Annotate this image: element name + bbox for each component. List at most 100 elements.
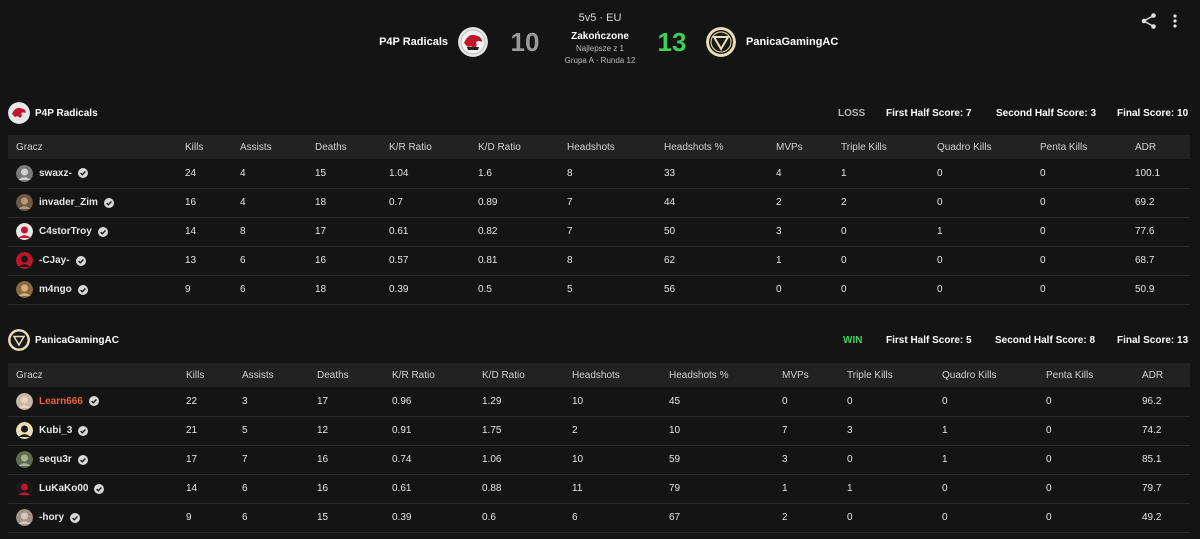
column-header[interactable]: ADR	[1127, 135, 1190, 159]
player-avatar[interactable]	[16, 451, 33, 468]
table-row[interactable]: sequ3r 17 7 16 0.74 1.06 10 59 3 0 1 0 85.1	[8, 445, 1190, 475]
more-vertical-icon[interactable]	[1168, 12, 1182, 30]
column-header[interactable]: Headshots %	[661, 363, 774, 387]
column-header[interactable]: Gracz	[8, 363, 178, 387]
team-logo[interactable]	[8, 102, 30, 124]
column-header[interactable]: Triple Kills	[833, 135, 929, 159]
stat-cell: 15	[309, 503, 384, 533]
player-cell[interactable]: Learn666	[8, 387, 178, 417]
player-avatar[interactable]	[16, 281, 33, 298]
player-avatar[interactable]	[16, 392, 33, 410]
player-cell[interactable]: invader_Zim	[8, 188, 177, 218]
column-header[interactable]: Headshots	[559, 135, 656, 159]
column-header[interactable]: Headshots %	[656, 135, 768, 159]
player-cell[interactable]: m4ngo	[8, 275, 177, 305]
column-header[interactable]: ADR	[1134, 363, 1190, 387]
player-cell[interactable]: sequ3r	[8, 445, 178, 475]
column-header[interactable]: Deaths	[309, 363, 384, 387]
stat-cell: 3	[839, 416, 934, 446]
column-header[interactable]: Deaths	[307, 135, 381, 159]
player-name[interactable]: sequ3r	[39, 454, 72, 465]
column-header[interactable]: Assists	[232, 135, 307, 159]
table-row[interactable]: LuKaKo00 14 6 16 0.61 0.88 11 79 1 1 0 0 79.7	[8, 474, 1190, 504]
stat-cell: 0	[929, 246, 1032, 276]
team-name[interactable]: P4P Radicals	[35, 108, 98, 119]
stat-cell: 50	[656, 217, 768, 247]
column-header[interactable]: MVPs	[768, 135, 833, 159]
stat-cell: 2	[564, 416, 661, 446]
player-name[interactable]: invader_Zim	[39, 197, 98, 208]
column-header[interactable]: Quadro Kills	[929, 135, 1032, 159]
column-header[interactable]: Assists	[234, 363, 309, 387]
player-cell[interactable]: swaxz-	[8, 159, 177, 189]
player-avatar[interactable]	[16, 223, 33, 240]
column-header[interactable]: Penta Kills	[1032, 135, 1127, 159]
player-name[interactable]: -hory	[39, 512, 64, 523]
team-right-name[interactable]: PanicaGamingAC	[746, 36, 838, 48]
player-name[interactable]: -CJay-	[39, 255, 70, 266]
column-header[interactable]: K/R Ratio	[384, 363, 474, 387]
stat-cell: 1	[934, 445, 1038, 475]
player-avatar[interactable]	[16, 422, 33, 439]
stat-cell: 21	[178, 416, 234, 446]
stat-cell: 14	[177, 217, 232, 247]
player-avatar[interactable]	[16, 509, 33, 526]
stat-cell: 6	[564, 503, 661, 533]
stat-cell: 62	[656, 246, 768, 276]
column-header[interactable]: Kills	[178, 363, 234, 387]
table-row[interactable]: m4ngo 9 6 18 0.39 0.5 5 56 0 0 0 0 50.9	[8, 275, 1190, 305]
player-avatar[interactable]	[16, 252, 33, 269]
column-header[interactable]: K/D Ratio	[474, 363, 564, 387]
team-right-logo[interactable]	[706, 27, 736, 57]
player-cell[interactable]: C4storTroy	[8, 217, 177, 247]
player-name[interactable]: Kubi_3	[39, 425, 72, 436]
table-row[interactable]: -CJay- 13 6 16 0.57 0.81 8 62 1 0 0 0 68.7	[8, 246, 1190, 276]
stat-cell: 0	[833, 275, 929, 305]
table-row[interactable]: Kubi_3 21 5 12 0.91 1.75 2 10 7 3 1 0 74.2	[8, 416, 1190, 446]
team-logo[interactable]	[8, 329, 30, 351]
stat-cell: 0.6	[474, 503, 564, 533]
column-header[interactable]: K/R Ratio	[381, 135, 470, 159]
stat-cell: 0	[1038, 416, 1134, 446]
team-left-name[interactable]: P4P Radicals	[379, 36, 448, 48]
column-header[interactable]: Triple Kills	[839, 363, 934, 387]
table-row[interactable]: swaxz- 24 4 15 1.04 1.6 8 33 4 1 0 0 100.1	[8, 159, 1190, 189]
player-name[interactable]: LuKaKo00	[39, 483, 88, 494]
column-header[interactable]: Gracz	[8, 135, 177, 159]
column-header[interactable]: Penta Kills	[1038, 363, 1134, 387]
player-name[interactable]: swaxz-	[39, 168, 72, 179]
column-header[interactable]: Kills	[177, 135, 232, 159]
player-cell[interactable]: -CJay-	[8, 246, 177, 276]
share-icon[interactable]	[1140, 12, 1158, 30]
verified-badge-icon	[70, 512, 80, 523]
player-name[interactable]: C4storTroy	[39, 226, 92, 237]
stat-cell: 0.61	[384, 474, 474, 504]
table-row[interactable]: invader_Zim 16 4 18 0.7 0.89 7 44 2 2 0 0 69.2	[8, 188, 1190, 218]
verified-badge-icon	[88, 396, 99, 407]
player-cell[interactable]: -hory	[8, 503, 178, 533]
player-cell[interactable]: Kubi_3	[8, 416, 178, 446]
team-summary-bar: PanicaGamingAC WIN First Half Score: 5 S…	[0, 326, 1200, 354]
table-row[interactable]: -hory 9 6 15 0.39 0.6 6 67 2 0 0 0 49.2	[8, 503, 1190, 533]
player-avatar[interactable]	[16, 480, 33, 497]
player-avatar[interactable]	[16, 194, 33, 211]
table-row[interactable]: Learn666 22 3 17 0.96 1.29 10 45 0 0 0 0 96.2	[8, 387, 1190, 417]
stat-cell: 5	[559, 275, 656, 305]
team-name[interactable]: PanicaGamingAC	[35, 335, 119, 346]
stat-cell: 59	[661, 445, 774, 475]
table-row[interactable]: C4storTroy 14 8 17 0.61 0.82 7 50 3 0 1 0 77.6	[8, 217, 1190, 247]
column-header[interactable]: Headshots	[564, 363, 661, 387]
column-header[interactable]: Quadro Kills	[934, 363, 1038, 387]
stat-cell: 68.7	[1127, 246, 1190, 276]
team-left-logo[interactable]	[458, 27, 488, 57]
player-avatar[interactable]	[16, 164, 33, 182]
player-name[interactable]: Learn666	[39, 396, 83, 407]
stat-cell: 100.1	[1127, 159, 1190, 189]
stat-cell: 10	[564, 445, 661, 475]
stat-cell: 0	[839, 387, 934, 417]
column-header[interactable]: MVPs	[774, 363, 839, 387]
column-header[interactable]: K/D Ratio	[470, 135, 559, 159]
player-cell[interactable]: LuKaKo00	[8, 474, 178, 504]
stat-cell: 8	[559, 246, 656, 276]
player-name[interactable]: m4ngo	[39, 284, 72, 295]
